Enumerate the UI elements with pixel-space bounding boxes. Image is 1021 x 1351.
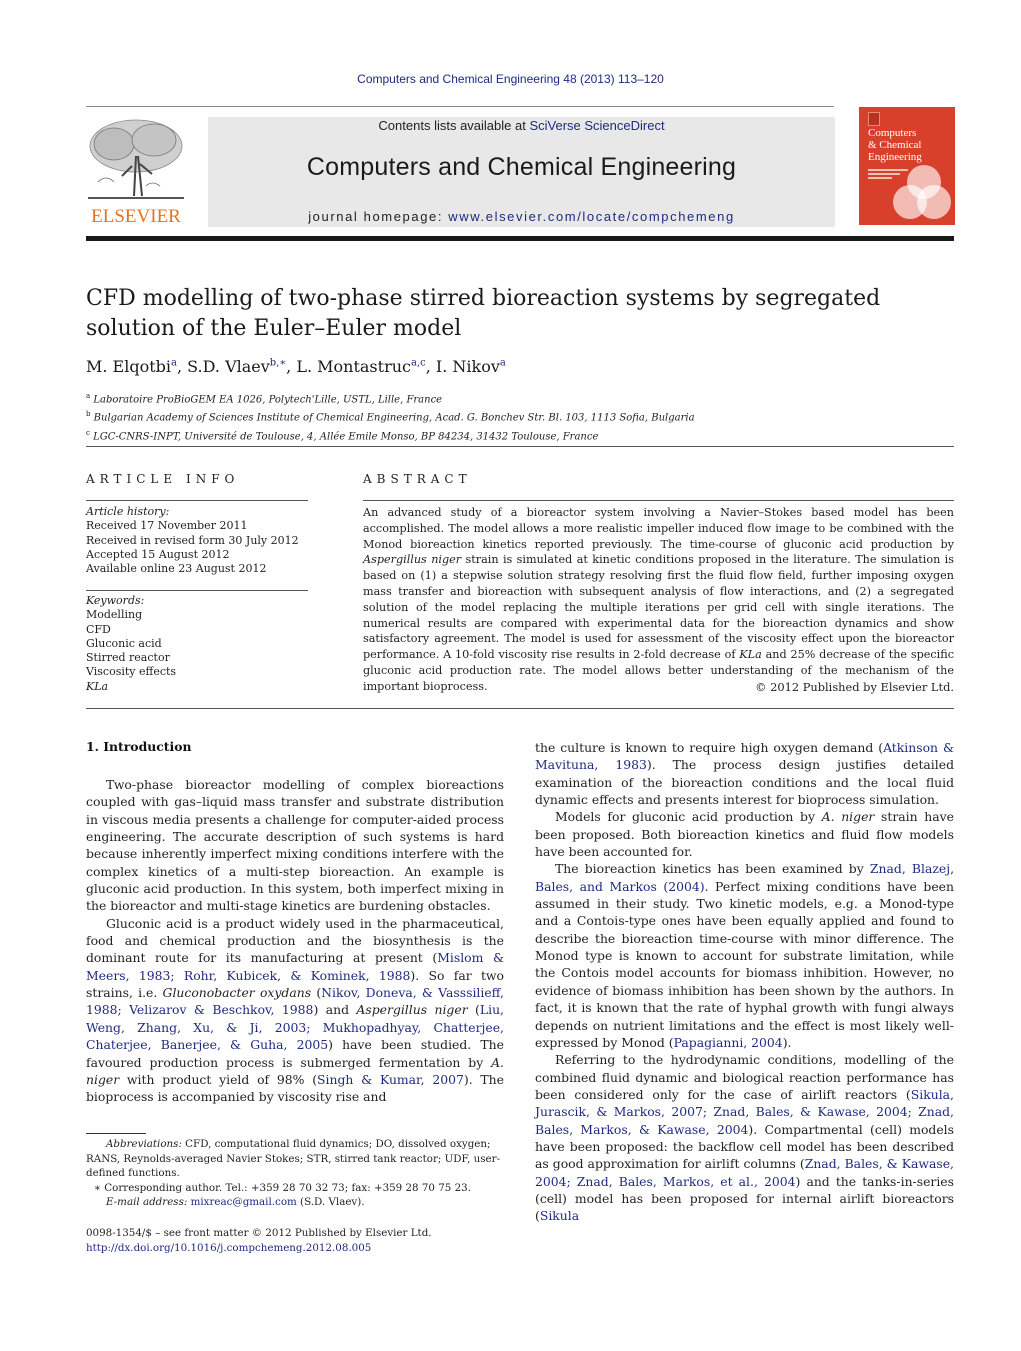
introduction-heading: 1. Introduction — [86, 739, 192, 754]
abstract-bottom-rule — [86, 708, 954, 709]
doi-link[interactable]: http://dx.doi.org/10.1016/j.compchemeng.… — [86, 1242, 371, 1254]
abbreviations-footnote: Abbreviations: CFD, computational fluid … — [86, 1138, 501, 1179]
abstract-copyright: © 2012 Published by Elsevier Ltd. — [755, 680, 954, 694]
paragraph: Two-phase bioreactor modelling of comple… — [86, 777, 504, 914]
paragraph: Referring to the hydrodynamic conditions… — [535, 1052, 955, 1224]
issn-line: 0098-1354/$ – see front matter © 2012 Pu… — [86, 1227, 432, 1239]
keywords: Keywords: Modelling CFD Gluconic acid St… — [86, 594, 176, 694]
affiliations: a Laboratoire ProBioGEM EA 1026, Polytec… — [86, 389, 695, 444]
cover-title-line: Computers — [868, 127, 917, 139]
sciencedirect-link[interactable]: SciVerse ScienceDirect — [529, 118, 664, 133]
article-history: Article history: Received 17 November 20… — [86, 505, 299, 576]
author-name: L. Montastruc — [296, 357, 411, 376]
journal-masthead: Contents lists available at SciVerse Sci… — [208, 117, 835, 227]
homepage-prefix: journal homepage: — [308, 209, 449, 224]
abstract-rule — [363, 500, 954, 501]
corresponding-author-footnote: ∗ Corresponding author. Tel.: +359 28 70… — [94, 1181, 472, 1194]
cover-title-line: & Chemical — [868, 139, 922, 151]
history-item: Received 17 November 2011 — [86, 519, 248, 533]
author-name: M. Elqotbi — [86, 357, 172, 376]
keywords-rule — [86, 590, 308, 591]
tree-icon — [88, 119, 184, 199]
paragraph: Gluconic acid is a product widely used i… — [86, 915, 504, 1105]
affiliation: a Laboratoire ProBioGEM EA 1026, Polytec… — [86, 392, 443, 406]
species-name: Aspergillus niger — [363, 553, 462, 567]
history-label: Article history: — [86, 505, 170, 518]
kla-symbol: KLa — [739, 648, 762, 662]
journal-cover[interactable]: Computers & Chemical Engineering — [859, 107, 955, 225]
author-name: I. Nikov — [435, 357, 500, 376]
reference-link[interactable]: Papagianni, 2004 — [674, 1035, 783, 1050]
keyword: KLa — [86, 679, 109, 693]
reference-link[interactable]: Sikula — [540, 1208, 579, 1223]
header-divider — [86, 236, 954, 241]
body-column-right: the culture is known to require high oxy… — [535, 739, 954, 1225]
reference-link[interactable]: Singh & Kumar, 2007 — [317, 1072, 464, 1087]
keywords-label: Keywords: — [86, 594, 145, 607]
history-item: Available online 23 August 2012 — [86, 562, 267, 576]
author-name: S.D. Vlaev — [187, 357, 270, 376]
keyword: Stirred reactor — [86, 651, 170, 665]
issn-block: 0098-1354/$ – see front matter © 2012 Pu… — [86, 1226, 432, 1256]
affiliation: c LGC-CNRS-INPT, Université de Toulouse,… — [86, 428, 599, 442]
journal-name: Computers and Chemical Engineering — [306, 153, 737, 181]
cover-subtitle — [868, 169, 908, 179]
author-affiliation-mark[interactable]: a,c — [411, 358, 426, 369]
email-footnote: E-mail address: mixreac@gmail.com (S.D. … — [106, 1196, 365, 1208]
footnotes: Abbreviations: CFD, computational fluid … — [86, 1137, 506, 1210]
keyword: Modelling — [86, 608, 143, 622]
contents-line: Contents lists available at SciVerse Sci… — [208, 118, 835, 133]
keyword: CFD — [86, 622, 111, 636]
section-divider — [86, 446, 954, 447]
elsevier-wordmark: ELSEVIER — [91, 206, 181, 227]
cover-title: Computers & Chemical Engineering — [868, 127, 922, 163]
homepage-line: journal homepage: www.elsevier.com/locat… — [208, 209, 835, 224]
body-column-left: Two-phase bioreactor modelling of comple… — [86, 776, 504, 1106]
contents-prefix: Contents lists available at — [378, 118, 530, 133]
journal-citation[interactable]: Computers and Chemical Engineering 48 (2… — [0, 72, 1021, 86]
paragraph: The bioreaction kinetics has been examin… — [535, 861, 955, 1050]
author-affiliation-mark[interactable]: b,∗ — [270, 358, 286, 369]
keyword: Viscosity effects — [86, 665, 177, 679]
keyword: Gluconic acid — [86, 636, 162, 650]
email-link[interactable]: mixreac@gmail.com — [191, 1196, 297, 1208]
footnote-rule — [86, 1133, 146, 1134]
author-list: M. Elqotbia, S.D. Vlaevb,∗, L. Montastru… — [86, 357, 506, 376]
abstract-text: An advanced study of a bioreactor system… — [363, 506, 954, 693]
cover-graphic — [917, 185, 951, 219]
publisher-mark-icon — [868, 112, 880, 126]
article-info-heading: ARTICLE INFO — [86, 472, 240, 486]
affiliation: b Bulgarian Academy of Sciences Institut… — [86, 410, 695, 424]
author-affiliation-mark[interactable]: a — [171, 358, 177, 369]
history-item: Accepted 15 August 2012 — [86, 547, 230, 561]
paragraph: Models for gluconic acid production by A… — [535, 809, 954, 860]
history-item: Received in revised form 30 July 2012 — [86, 533, 299, 547]
abstract-heading: ABSTRACT — [363, 472, 472, 486]
cover-title-line: Engineering — [868, 151, 922, 163]
article-title: CFD modelling of two-phase stirred biore… — [86, 286, 881, 341]
paragraph: the culture is known to require high oxy… — [535, 740, 954, 808]
author-affiliation-mark[interactable]: a — [500, 358, 506, 369]
journal-homepage-link[interactable]: www.elsevier.com/locate/compchemeng — [448, 209, 735, 224]
article-info-rule — [86, 500, 308, 501]
header-rule — [86, 106, 834, 107]
elsevier-logo[interactable]: ELSEVIER — [84, 116, 188, 228]
